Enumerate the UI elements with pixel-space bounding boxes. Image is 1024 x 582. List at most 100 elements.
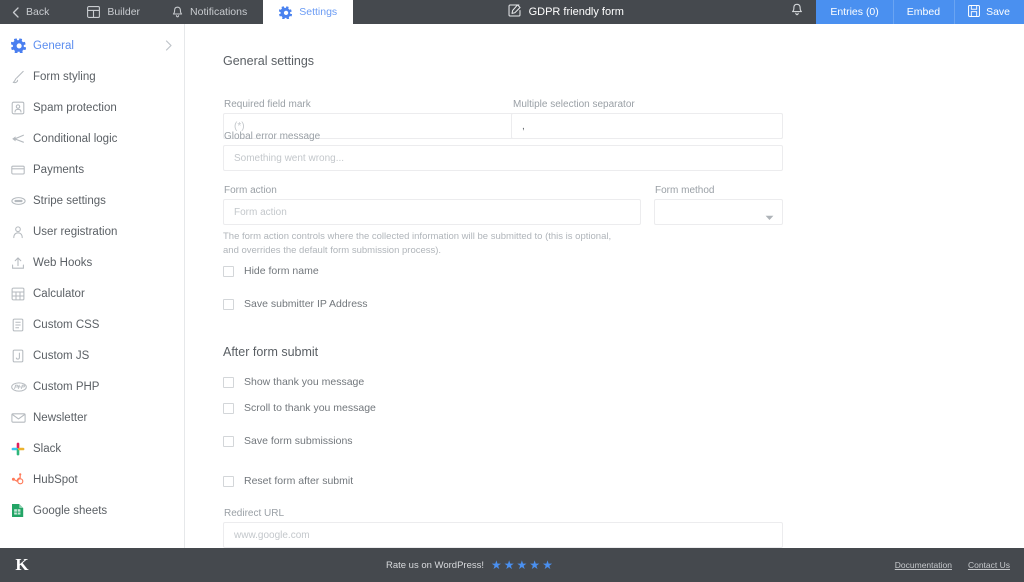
sidebar-item-hubspot[interactable]: HubSpot <box>0 464 184 495</box>
save-form-submissions-checkbox-row[interactable]: Save form submissions <box>223 435 353 447</box>
star-5[interactable]: ★ <box>542 559 553 571</box>
sidebar-item-conditional-logic[interactable]: Conditional logic <box>0 123 184 154</box>
edit-pencil-icon <box>508 4 521 20</box>
php-icon <box>11 381 33 393</box>
sidebar-item-label: Newsletter <box>33 412 172 424</box>
sidebar-item-payments[interactable]: Payments <box>0 154 184 185</box>
kali-forms-logo: K <box>0 555 44 575</box>
calculator-icon <box>11 287 33 301</box>
entries-button[interactable]: Entries (0) <box>816 0 892 24</box>
rate-us-text: Rate us on WordPress! <box>386 560 484 571</box>
show-thank-you-checkbox[interactable] <box>223 377 234 388</box>
google-sheets-icon <box>11 503 33 518</box>
hide-form-name-checkbox[interactable] <box>223 266 234 277</box>
sidebar-item-label: Conditional logic <box>33 133 172 145</box>
save-submitter-ip-checkbox-row[interactable]: Save submitter IP Address <box>223 298 368 310</box>
back-button[interactable]: Back <box>0 0 71 24</box>
star-2[interactable]: ★ <box>504 559 515 571</box>
chevron-right-icon <box>165 40 172 51</box>
sidebar-item-label: Custom PHP <box>33 381 172 393</box>
scroll-thank-you-checkbox-row[interactable]: Scroll to thank you message <box>223 402 376 414</box>
brush-icon <box>11 70 33 84</box>
form-action-input[interactable] <box>223 199 641 225</box>
multiple-selection-separator-label: Multiple selection separator <box>513 99 635 110</box>
sidebar-item-label: General <box>33 40 165 52</box>
embed-label: Embed <box>907 6 940 18</box>
sidebar-item-user-registration[interactable]: User registration <box>0 216 184 247</box>
stripe-icon <box>11 194 33 208</box>
branch-icon <box>11 132 33 146</box>
sidebar-item-custom-css[interactable]: Custom CSS <box>0 309 184 340</box>
sidebar-item-newsletter[interactable]: Newsletter <box>0 402 184 433</box>
star-1[interactable]: ★ <box>491 559 502 571</box>
footer-bar: K Rate us on WordPress! ★ ★ ★ ★ ★ Docume… <box>0 548 1024 582</box>
sidebar-item-label: Stripe settings <box>33 195 172 207</box>
bell-icon <box>172 6 183 19</box>
sidebar-item-web-hooks[interactable]: Web Hooks <box>0 247 184 278</box>
sidebar-item-label: HubSpot <box>33 474 172 486</box>
multiple-selection-separator-input[interactable] <box>511 113 783 139</box>
reset-form-label: Reset form after submit <box>244 475 353 487</box>
shield-user-icon <box>11 101 33 115</box>
sidebar-item-label: Slack <box>33 443 172 455</box>
show-thank-you-checkbox-row[interactable]: Show thank you message <box>223 376 364 388</box>
contact-us-link[interactable]: Contact Us <box>968 560 1010 570</box>
sidebar-item-calculator[interactable]: Calculator <box>0 278 184 309</box>
sidebar-item-general[interactable]: General <box>0 30 184 61</box>
js-file-icon <box>11 349 33 363</box>
sidebar-item-label: Custom JS <box>33 350 172 362</box>
settings-sidebar: General Form styling Spam protection Con… <box>0 24 185 548</box>
tab-notifications-label: Notifications <box>190 6 247 18</box>
star-4[interactable]: ★ <box>529 559 540 571</box>
save-form-submissions-checkbox[interactable] <box>223 436 234 447</box>
sidebar-item-form-styling[interactable]: Form styling <box>0 61 184 92</box>
tab-settings[interactable]: Settings <box>263 0 353 24</box>
redirect-url-input[interactable] <box>223 522 783 548</box>
gear-icon <box>11 38 33 53</box>
tab-notifications[interactable]: Notifications <box>156 0 263 24</box>
reset-form-checkbox-row[interactable]: Reset form after submit <box>223 475 353 487</box>
save-button[interactable]: Save <box>954 0 1024 24</box>
scroll-thank-you-checkbox[interactable] <box>223 403 234 414</box>
chevron-left-icon <box>12 7 19 18</box>
form-method-label: Form method <box>655 185 714 196</box>
rate-us-section: Rate us on WordPress! ★ ★ ★ ★ ★ <box>44 559 895 571</box>
save-label: Save <box>986 6 1010 18</box>
redirect-url-label: Redirect URL <box>224 508 284 519</box>
sidebar-item-label: Custom CSS <box>33 319 172 331</box>
hide-form-name-checkbox-row[interactable]: Hide form name <box>223 265 319 277</box>
top-actions: Entries (0) Embed Save <box>816 0 1024 24</box>
form-method-select[interactable] <box>654 199 783 225</box>
embed-button[interactable]: Embed <box>893 0 954 24</box>
footer-links: Documentation Contact Us <box>895 560 1024 570</box>
hubspot-icon <box>11 473 33 487</box>
hide-form-name-label: Hide form name <box>244 265 319 277</box>
general-settings-title: General settings <box>223 54 314 68</box>
user-icon <box>11 225 33 239</box>
required-field-mark-label: Required field mark <box>224 99 311 110</box>
form-title[interactable]: GDPR friendly form <box>353 0 778 24</box>
documentation-link[interactable]: Documentation <box>895 560 952 570</box>
reset-form-checkbox[interactable] <box>223 476 234 487</box>
sidebar-item-custom-php[interactable]: Custom PHP <box>0 371 184 402</box>
tab-builder[interactable]: Builder <box>71 0 156 24</box>
after-form-submit-title: After form submit <box>223 345 318 359</box>
bell-icon <box>791 3 803 22</box>
star-3[interactable]: ★ <box>517 559 528 571</box>
css-file-icon <box>11 318 33 332</box>
sidebar-item-custom-js[interactable]: Custom JS <box>0 340 184 371</box>
sidebar-item-google-sheets[interactable]: Google sheets <box>0 495 184 526</box>
form-title-text: GDPR friendly form <box>529 6 624 18</box>
sidebar-item-spam-protection[interactable]: Spam protection <box>0 92 184 123</box>
save-floppy-icon <box>968 5 980 20</box>
form-action-helper-text: The form action controls where the colle… <box>223 230 621 258</box>
global-error-message-input[interactable] <box>223 145 783 171</box>
notifications-bell-button[interactable] <box>778 0 816 24</box>
sidebar-item-stripe-settings[interactable]: Stripe settings <box>0 185 184 216</box>
star-rating[interactable]: ★ ★ ★ ★ ★ <box>491 559 553 571</box>
credit-card-icon <box>11 163 33 177</box>
settings-content-panel: General settings Required field mark Mul… <box>185 24 1024 548</box>
sidebar-item-slack[interactable]: Slack <box>0 433 184 464</box>
form-action-label: Form action <box>224 185 277 196</box>
save-submitter-ip-checkbox[interactable] <box>223 299 234 310</box>
